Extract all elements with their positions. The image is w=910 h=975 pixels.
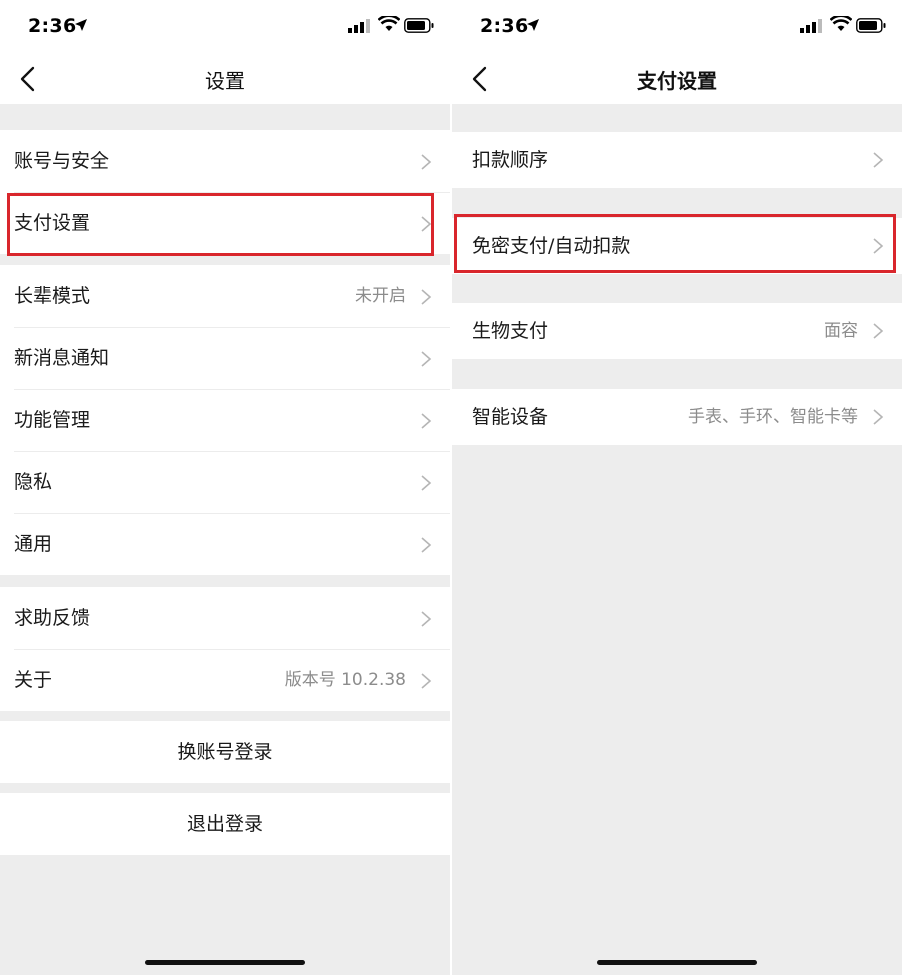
settings-item-elder-mode[interactable]: 长辈模式 未开启 [0,265,450,327]
payment-group-order: 扣款顺序 [452,132,902,188]
settings-item-value: 未开启 [355,286,406,306]
switch-account-card: 换账号登录 [0,721,450,783]
payment-item-biometric[interactable]: 生物支付 面容 [452,303,902,359]
wifi-icon [378,16,400,31]
settings-item-label: 关于 [14,669,53,691]
right-chevron-icon [873,238,884,254]
settings-group-help: 求助反馈 关于 版本号 10.2.38 [0,587,450,711]
home-indicator [597,960,757,965]
settings-item-label: 长辈模式 [14,285,91,307]
settings-item-label: 账号与安全 [14,150,110,172]
settings-item-about[interactable]: 关于 版本号 10.2.38 [0,649,450,711]
settings-item-value: 版本号 10.2.38 [284,670,406,690]
payment-item-label: 免密支付/自动扣款 [472,235,631,257]
home-indicator [145,960,305,965]
right-chevron-icon [421,289,432,305]
settings-item-notifications[interactable]: 新消息通知 [0,327,450,389]
payment-settings-screen: 2:36 支付设置 扣款顺序 免密支付/自动扣款 生物支付 面容 智能设备 手表… [452,0,902,975]
nav-bar: 设置 [0,52,450,104]
right-chevron-icon [873,152,884,168]
right-chevron-icon [421,413,432,429]
right-chevron-icon [421,611,432,627]
payment-item-value: 手表、手环、智能卡等 [688,407,858,427]
logout-button[interactable]: 退出登录 [0,793,450,855]
payment-item-smart-device[interactable]: 智能设备 手表、手环、智能卡等 [452,389,902,445]
logout-card: 退出登录 [0,793,450,855]
settings-item-account-security[interactable]: 账号与安全 [0,130,450,192]
page-title: 支付设置 [637,69,717,93]
settings-item-feedback[interactable]: 求助反馈 [0,587,450,649]
status-bar: 2:36 [0,0,450,52]
settings-item-label: 支付设置 [14,212,91,234]
status-bar: 2:36 [452,0,902,52]
battery-icon [404,18,434,33]
location-arrow-icon [527,19,539,31]
settings-screen: 2:36 设置 账号与安全 支付设置 长辈模式 未开启 新消息通知 功能管理 隐… [0,0,450,975]
payment-item-value: 面容 [824,321,858,341]
payment-item-label: 生物支付 [472,320,549,342]
payment-item-deduction-order[interactable]: 扣款顺序 [452,132,902,188]
right-chevron-icon [421,351,432,367]
payment-item-label: 扣款顺序 [472,149,549,171]
status-time: 2:36 [28,15,77,37]
cellular-signal-icon [800,19,822,33]
settings-item-privacy[interactable]: 隐私 [0,451,450,513]
right-chevron-icon [421,154,432,170]
payment-item-password-free[interactable]: 免密支付/自动扣款 [452,218,902,274]
settings-item-payment[interactable]: 支付设置 [0,192,450,254]
payment-group-smart-device: 智能设备 手表、手环、智能卡等 [452,389,902,445]
page-title: 设置 [205,69,245,93]
cellular-signal-icon [348,19,370,33]
settings-item-features[interactable]: 功能管理 [0,389,450,451]
settings-group-general: 长辈模式 未开启 新消息通知 功能管理 隐私 通用 [0,265,450,575]
settings-item-label: 求助反馈 [14,607,91,629]
right-chevron-icon [421,475,432,491]
switch-account-button[interactable]: 换账号登录 [0,721,450,783]
settings-group-account: 账号与安全 支付设置 [0,130,450,254]
payment-group-biometric: 生物支付 面容 [452,303,902,359]
payment-item-label: 智能设备 [472,406,549,428]
settings-item-label: 新消息通知 [14,347,110,369]
settings-item-label: 功能管理 [14,409,91,431]
battery-icon [856,18,886,33]
settings-item-label: 隐私 [14,471,53,493]
payment-group-password-free: 免密支付/自动扣款 [452,218,902,274]
settings-item-label: 通用 [14,533,53,555]
nav-bar: 支付设置 [452,52,902,104]
wifi-icon [830,16,852,31]
right-chevron-icon [421,673,432,689]
settings-item-general[interactable]: 通用 [0,513,450,575]
right-chevron-icon [873,409,884,425]
location-arrow-icon [75,19,87,31]
right-chevron-icon [873,323,884,339]
right-chevron-icon [421,216,432,232]
status-time: 2:36 [480,15,529,37]
right-chevron-icon [421,537,432,553]
